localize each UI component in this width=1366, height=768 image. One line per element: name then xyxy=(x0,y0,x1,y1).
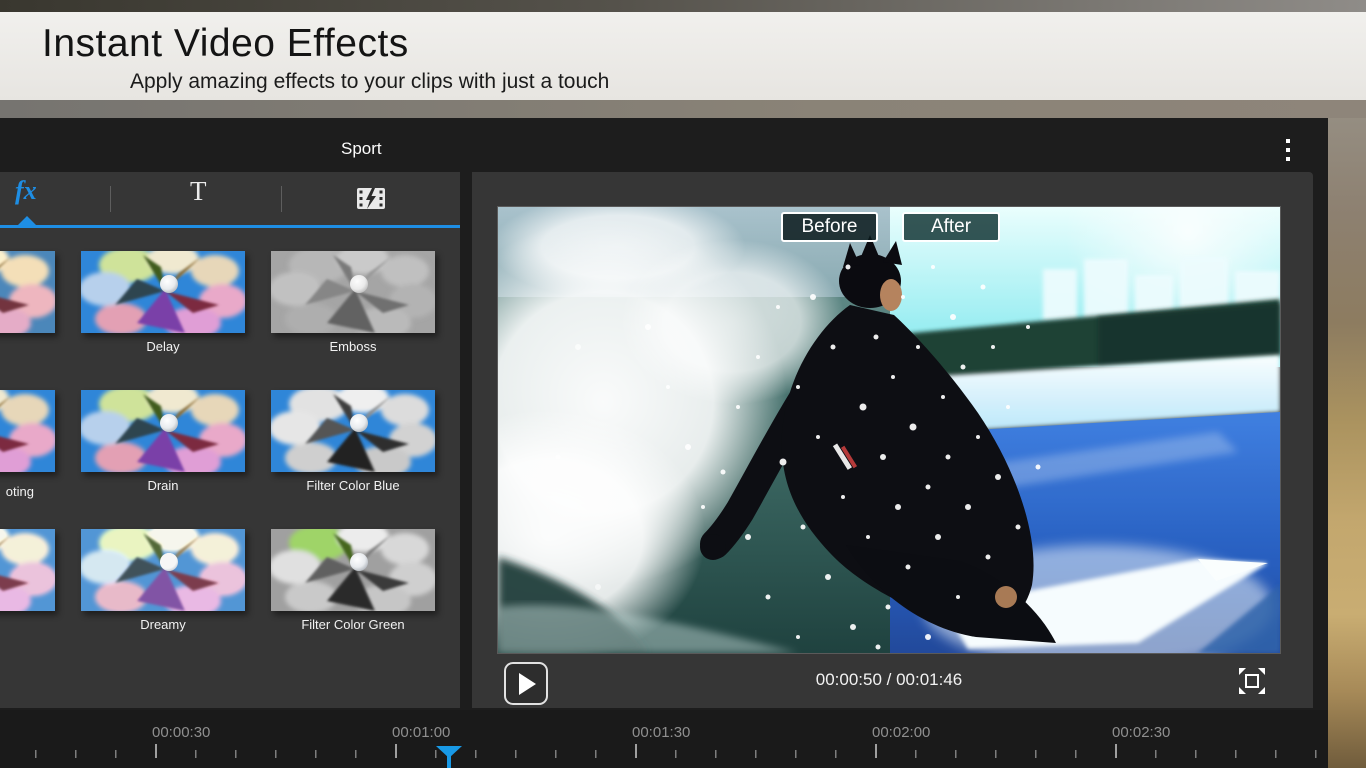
tab-effects[interactable]: fx xyxy=(0,172,108,224)
active-tab-pointer xyxy=(18,216,36,225)
more-options-button[interactable] xyxy=(1280,134,1296,166)
fullscreen-icon xyxy=(1237,666,1267,696)
fullscreen-button[interactable] xyxy=(1236,666,1268,698)
effect-item-filter-color-green[interactable]: Filter Color Green xyxy=(271,529,435,632)
page-title: Instant Video Effects xyxy=(42,22,409,66)
video-still-surfer xyxy=(498,207,1280,653)
preview-panel: Before After 00:00:50 / 00:01:46 xyxy=(472,172,1313,708)
effect-item-partial-3[interactable]: n xyxy=(0,529,55,611)
effect-thumbnail xyxy=(271,390,435,472)
effect-item-drain[interactable]: Drain xyxy=(81,390,245,493)
playhead[interactable] xyxy=(436,746,462,768)
effect-label: Emboss xyxy=(271,339,435,354)
effect-item-partial-2[interactable]: oting xyxy=(0,390,55,472)
effect-item-filter-color-blue[interactable]: Filter Color Blue xyxy=(271,390,435,493)
after-badge: After xyxy=(902,212,1000,242)
effect-thumbnail xyxy=(81,529,245,611)
effect-thumbnail xyxy=(0,251,55,333)
timeline-timestamp: 00:02:00 xyxy=(872,724,930,741)
effect-thumbnail xyxy=(81,390,245,472)
titlebar: Sport xyxy=(0,118,1328,172)
timeline-ruler xyxy=(0,744,1328,758)
effect-thumbnail xyxy=(0,529,55,611)
desktop-top-strip xyxy=(0,0,1366,12)
timeline-timestamp: 00:02:30 xyxy=(1112,724,1170,741)
page-subtitle: Apply amazing effects to your clips with… xyxy=(130,70,609,94)
effect-item-emboss[interactable]: Emboss xyxy=(271,251,435,354)
effect-thumbnail xyxy=(81,251,245,333)
effects-panel: fx T xyxy=(0,172,460,708)
timeline-timestamp: 00:01:30 xyxy=(632,724,690,741)
timeline-timestamp: 00:01:00 xyxy=(392,724,450,741)
app-header: Instant Video Effects Apply amazing effe… xyxy=(0,12,1366,100)
effect-label: Delay xyxy=(81,339,245,354)
effect-label: Filter Color Blue xyxy=(271,478,435,493)
project-title: Sport xyxy=(341,139,382,159)
text-titles-icon: T xyxy=(190,176,207,207)
tab-divider xyxy=(281,186,282,212)
video-transitions-icon xyxy=(357,188,385,209)
fx-effects-icon: fx xyxy=(15,176,37,206)
effect-item-partial-1[interactable]: s xyxy=(0,251,55,333)
timeline[interactable]: 00:00:30 00:01:00 00:01:30 00:02:00 00:0… xyxy=(0,710,1328,768)
app-window: Sport fx T xyxy=(0,118,1328,768)
effect-item-dreamy[interactable]: Dreamy xyxy=(81,529,245,632)
effect-thumbnail xyxy=(271,529,435,611)
playhead-stem xyxy=(447,756,451,768)
video-preview[interactable]: Before After xyxy=(498,207,1280,653)
active-tab-underline xyxy=(0,225,460,228)
effect-label: Drain xyxy=(81,478,245,493)
effect-label: Filter Color Green xyxy=(271,617,435,632)
tab-bar: fx T xyxy=(0,172,460,228)
screen: Instant Video Effects Apply amazing effe… xyxy=(0,0,1366,768)
effect-item-delay[interactable]: Delay xyxy=(81,251,245,354)
tab-transitions[interactable] xyxy=(284,172,460,224)
timeline-timestamp: 00:00:30 xyxy=(152,724,210,741)
effect-label: oting xyxy=(0,484,34,499)
effect-thumbnail xyxy=(271,251,435,333)
effect-thumbnail xyxy=(0,390,55,472)
tab-divider xyxy=(110,186,111,212)
tab-titles[interactable]: T xyxy=(112,172,278,224)
time-display: 00:00:50 / 00:01:46 xyxy=(498,670,1280,690)
vertical-ellipsis-icon xyxy=(1286,139,1290,143)
desktop-mid-strip xyxy=(0,100,1366,118)
effect-label: Dreamy xyxy=(81,617,245,632)
before-badge: Before xyxy=(781,212,878,242)
